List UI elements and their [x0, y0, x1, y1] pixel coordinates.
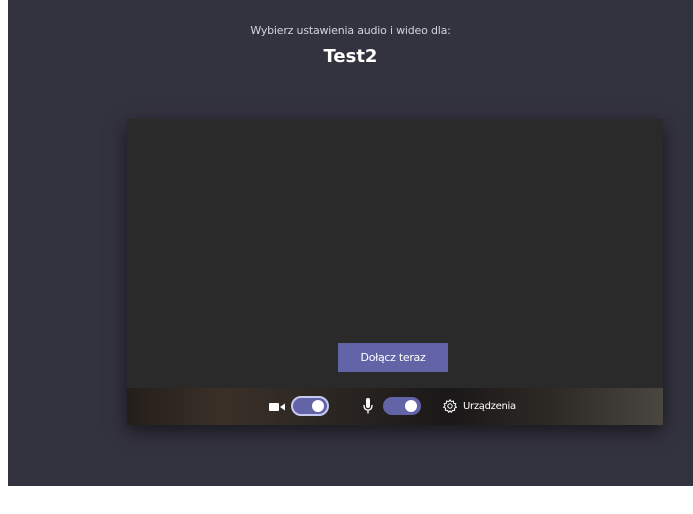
audio-video-settings-heading: Wybierz ustawienia audio i wideo dla:	[250, 24, 451, 37]
camera-toggle[interactable]	[291, 396, 329, 416]
meeting-title: Test2	[323, 46, 378, 67]
microphone-toggle[interactable]	[383, 397, 421, 415]
gear-icon	[443, 399, 457, 413]
microphone-icon	[363, 398, 373, 414]
video-preview: Dołącz teraz Urządzenia	[127, 119, 663, 425]
camera-toggle-knob	[312, 400, 324, 412]
prejoin-screen: Wybierz ustawienia audio i wideo dla: Te…	[8, 0, 693, 486]
devices-button[interactable]: Urządzenia	[443, 397, 516, 415]
camera-icon	[269, 403, 285, 411]
devices-label: Urządzenia	[463, 400, 516, 412]
device-controls-bar: Urządzenia	[127, 388, 663, 425]
microphone-toggle-knob	[405, 400, 417, 412]
join-now-button[interactable]: Dołącz teraz	[338, 343, 448, 372]
